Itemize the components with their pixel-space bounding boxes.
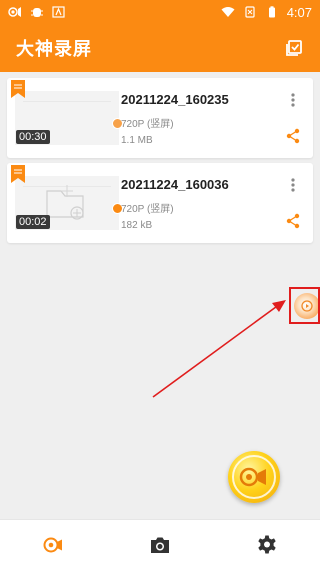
bookmark-badge-icon [11,165,25,183]
file-resolution: 720P (竖屏) [121,119,174,130]
more-vertical-icon[interactable] [285,177,301,193]
file-name: 20211224_160235 [121,92,229,107]
text-status-icon [52,6,65,18]
file-size: 1.1 MB [121,135,153,146]
bug-status-icon [31,8,43,17]
video-duration: 00:30 [16,130,50,144]
tab-record[interactable] [0,520,107,569]
file-size: 182 kB [121,220,153,231]
record-camera-icon [232,455,276,499]
bottom-nav [0,519,320,569]
bookmark-badge-icon [11,80,25,98]
thumbnail-divider [23,101,111,102]
status-time: 4:07 [286,4,312,20]
record-fab-button[interactable] [228,451,280,503]
share-icon[interactable] [285,128,301,144]
select-all-icon[interactable] [284,38,304,58]
settings-tab-icon [257,535,276,553]
app-bar: 大神录屏 [0,24,320,72]
wifi-icon [221,7,235,17]
sim-icon [245,6,255,18]
status-bar: 4:07 [0,0,320,24]
tab-settings[interactable] [213,520,320,569]
tab-camera[interactable] [107,520,214,569]
highlight-box [289,287,320,324]
file-name: 20211224_160036 [121,177,229,192]
record-status-icon [8,7,21,17]
camera-tab-icon [151,537,169,553]
video-duration: 00:02 [16,215,50,229]
share-icon[interactable] [285,213,301,229]
recording-item[interactable]: 00:02 20211224_160036 720P (竖屏) 182 kB [7,163,313,243]
record-tab-icon [43,537,63,552]
file-resolution: 720P (竖屏) [121,204,174,215]
video-thumbnail[interactable]: 00:02 [15,176,123,230]
recording-item[interactable]: 00:30 20211224_160235 720P (竖屏) 1.1 MB [7,78,313,158]
more-vertical-icon[interactable] [285,92,301,108]
battery-icon [268,6,275,18]
app-title: 大神录屏 [16,39,92,59]
video-thumbnail[interactable]: 00:30 [15,91,123,145]
